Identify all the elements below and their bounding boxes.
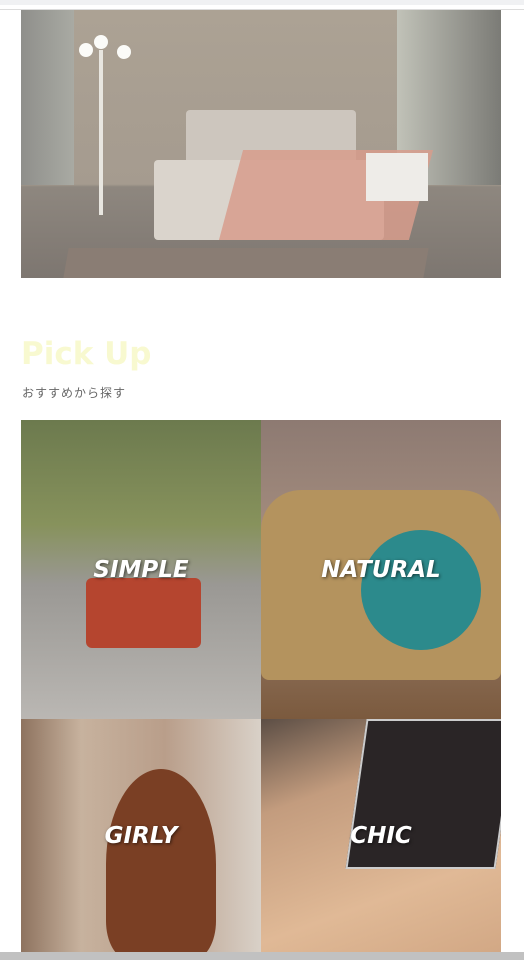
section-title: Pick Up bbox=[21, 336, 152, 372]
category-label: SIMPLE bbox=[93, 556, 189, 583]
browser-top-bar bbox=[0, 0, 524, 5]
category-label: CHIC bbox=[350, 822, 412, 849]
category-tile-natural[interactable]: NATURAL bbox=[261, 420, 501, 719]
section-subtitle: おすすめから探す bbox=[22, 386, 127, 400]
horizontal-scrollbar[interactable] bbox=[0, 952, 524, 960]
category-label: NATURAL bbox=[321, 556, 441, 583]
category-grid: SIMPLE NATURAL GIRLY CHIC bbox=[21, 420, 501, 952]
category-tile-chic[interactable]: CHIC bbox=[261, 719, 501, 952]
category-tile-girly[interactable]: GIRLY bbox=[21, 719, 261, 952]
hero-bedroom-image bbox=[21, 10, 501, 278]
category-label: GIRLY bbox=[104, 822, 178, 849]
category-tile-simple[interactable]: SIMPLE bbox=[21, 420, 261, 719]
